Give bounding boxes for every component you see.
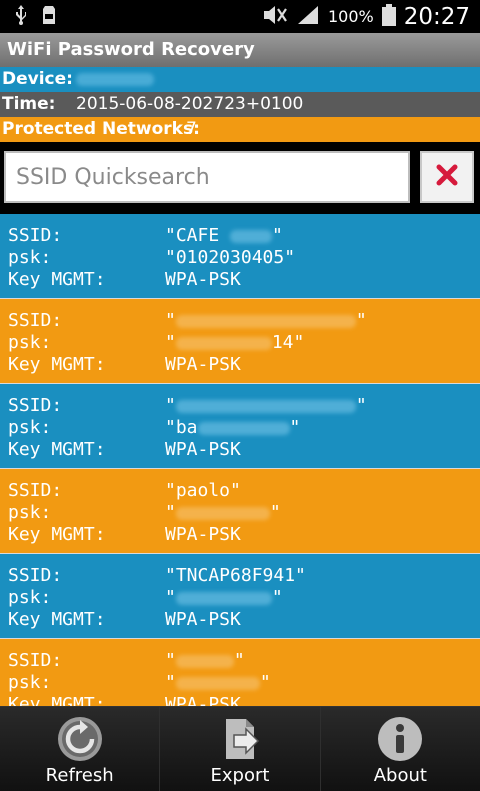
device-row: Device: [0, 67, 480, 92]
ssid-label: SSID: [8, 225, 63, 246]
key-mgmt-label: Key MGMT: [8, 439, 106, 460]
ssid-value: " " [165, 395, 367, 416]
key-mgmt-value: WPA-PSK [165, 694, 241, 706]
key-mgmt-value: WPA-PSK [165, 524, 241, 545]
psk-value: " " [165, 502, 281, 523]
network-item[interactable]: SSID: "TNCAP68F941" psk: " " Key MGMT: WPA-P… [0, 554, 480, 639]
clear-search-button[interactable] [420, 151, 474, 203]
psk-label: psk: [8, 247, 52, 268]
key-mgmt-value: WPA-PSK [165, 269, 241, 290]
ssid-label: SSID: [8, 310, 63, 331]
network-item[interactable]: SSID: " " psk: " 14" Key MGMT: WPA-PSK [0, 299, 480, 384]
key-mgmt-value: WPA-PSK [165, 609, 241, 630]
ssid-value: "TNCAP68F941" [165, 565, 306, 586]
key-mgmt-label: Key MGMT: [8, 269, 106, 290]
time-value: 2015-06-08-202723+0100 [76, 94, 304, 114]
psk-value: " " [165, 672, 271, 693]
network-item[interactable]: SSID: "paolo" psk: " " Key MGMT: WPA-PSK [0, 469, 480, 554]
psk-value: "0102030405" [165, 247, 296, 268]
about-label: About [373, 765, 427, 786]
key-mgmt-label: Key MGMT: [8, 524, 106, 545]
time-row: Time: 2015-06-08-202723+0100 [0, 92, 480, 117]
bottom-action-bar: Refresh Export About [0, 706, 480, 791]
protected-networks-label: Protected Networks: [2, 119, 200, 139]
ssid-value: "CAFE " [165, 225, 283, 246]
app-title-bar: WiFi Password Recovery [0, 33, 480, 68]
close-icon [436, 164, 458, 190]
psk-value: " 14" [165, 332, 305, 353]
clock: 20:27 [403, 3, 470, 30]
ssid-label: SSID: [8, 565, 63, 586]
refresh-label: Refresh [45, 765, 114, 786]
status-bar: 100% 20:27 [0, 0, 480, 33]
key-mgmt-label: Key MGMT: [8, 354, 106, 375]
network-item[interactable]: SSID: " " psk: " " Key MGMT: WPA-PSK [0, 639, 480, 706]
device-label: Device: [2, 69, 73, 89]
ssid-label: SSID: [8, 395, 63, 416]
psk-value: "ba " [165, 417, 301, 438]
network-item[interactable]: SSID: "CAFE " psk: "0102030405" Key MGMT: W… [0, 214, 480, 299]
psk-label: psk: [8, 587, 52, 608]
psk-label: psk: [8, 417, 52, 438]
protected-networks-count: 7 [186, 119, 197, 139]
info-icon [376, 715, 424, 767]
usb-icon [14, 5, 28, 29]
key-mgmt-label: Key MGMT: [8, 609, 106, 630]
protected-networks-row: Protected Networks: 7 [0, 117, 480, 142]
network-list[interactable]: SSID: "CAFE " psk: "0102030405" Key MGMT: W… [0, 214, 480, 706]
psk-label: psk: [8, 502, 52, 523]
ssid-value: "paolo" [165, 480, 241, 501]
ssid-label: SSID: [8, 650, 63, 671]
psk-label: psk: [8, 672, 52, 693]
app-title: WiFi Password Recovery [7, 39, 255, 60]
device-value-redacted [76, 69, 154, 89]
ssid-value: " " [165, 650, 245, 671]
export-icon [216, 715, 264, 767]
refresh-button[interactable]: Refresh [0, 707, 161, 791]
network-item[interactable]: SSID: " " psk: "ba " Key MGMT: WPA-PSK [0, 384, 480, 469]
key-mgmt-value: WPA-PSK [165, 439, 241, 460]
search-box [4, 151, 410, 203]
export-button[interactable]: Export [160, 707, 321, 791]
storage-icon [42, 5, 56, 29]
battery-percent: 100% [327, 7, 374, 26]
export-label: Export [210, 765, 270, 786]
ssid-search-input[interactable] [6, 153, 408, 201]
mute-icon [262, 4, 288, 30]
psk-label: psk: [8, 332, 52, 353]
key-mgmt-label: Key MGMT: [8, 694, 106, 706]
battery-icon [381, 3, 396, 30]
search-bar [0, 142, 480, 214]
key-mgmt-value: WPA-PSK [165, 354, 241, 375]
signal-icon [296, 4, 320, 30]
ssid-value: " " [165, 310, 367, 331]
refresh-icon [56, 715, 104, 767]
psk-value: " " [165, 587, 283, 608]
time-label: Time: [2, 94, 56, 114]
ssid-label: SSID: [8, 480, 63, 501]
about-button[interactable]: About [321, 707, 480, 791]
